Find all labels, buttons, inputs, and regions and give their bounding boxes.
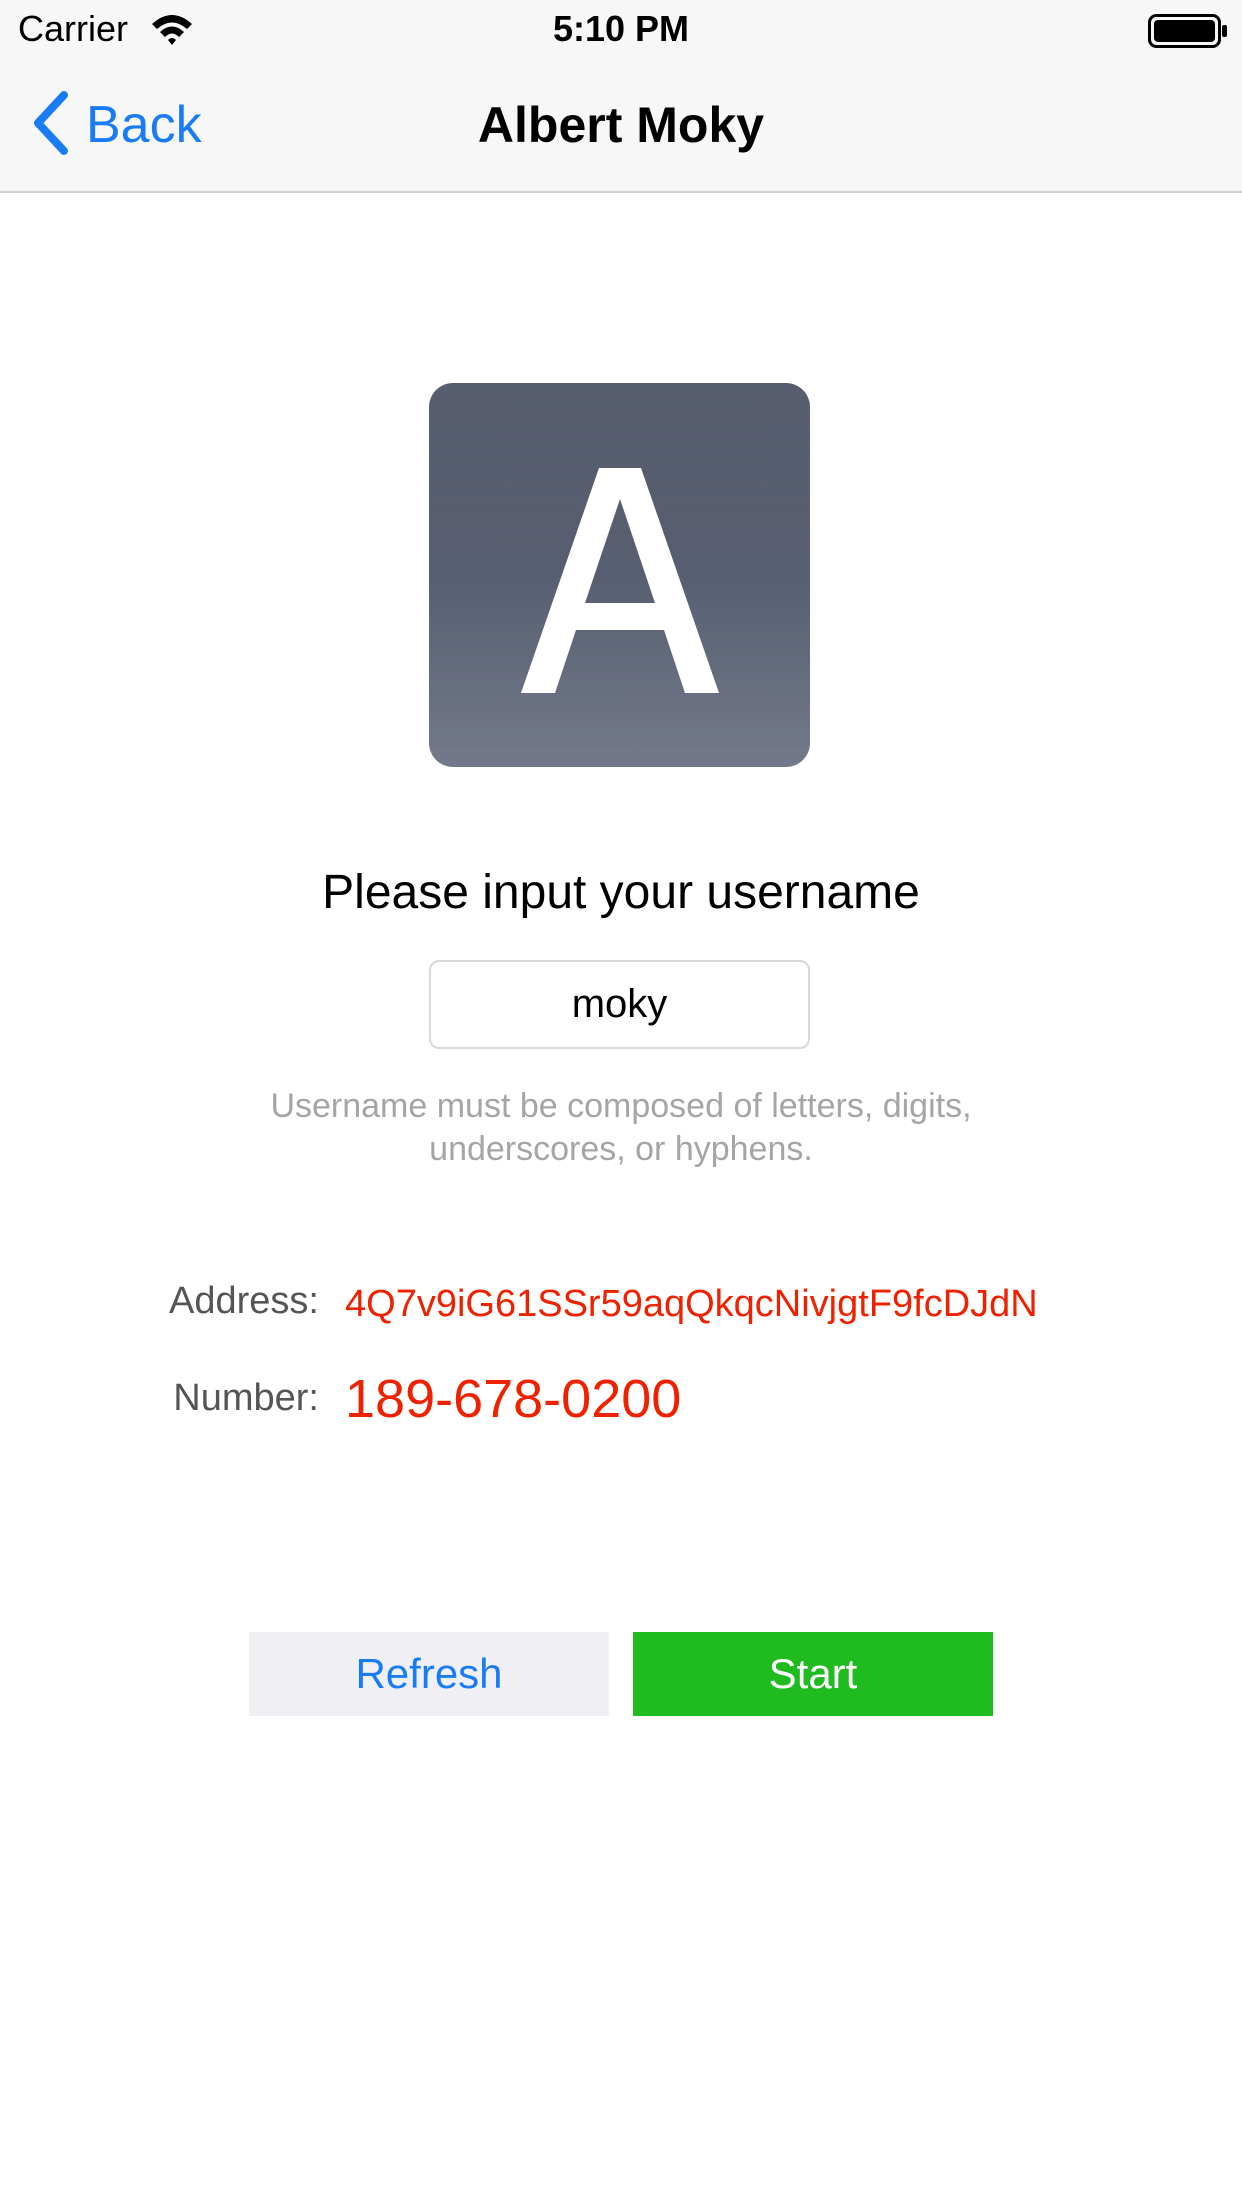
- status-bar: Carrier 5:10 PM: [0, 0, 1242, 60]
- page-title: Albert Moky: [477, 97, 765, 153]
- refresh-button[interactable]: Refresh: [249, 1632, 609, 1716]
- navigation-bar: Back Albert Moky: [0, 60, 1242, 193]
- address-label: Address:: [169, 1280, 319, 1322]
- username-input[interactable]: [429, 960, 810, 1049]
- username-hint: Username must be composed of letters, di…: [270, 1087, 972, 1168]
- address-value: 4Q7v9iG61SSr59aqQkqcNivjgtF9fcDJdN: [345, 1283, 1038, 1325]
- battery-icon: [1148, 14, 1228, 48]
- username-prompt: Please input your username: [322, 866, 920, 919]
- number-label: Number:: [173, 1377, 319, 1419]
- avatar: [429, 383, 810, 767]
- status-time: 5:10 PM: [552, 8, 690, 49]
- avatar-letter-glyph: [429, 383, 810, 767]
- number-value: 189-678-0200: [345, 1369, 682, 1429]
- start-button[interactable]: Start: [633, 1632, 993, 1716]
